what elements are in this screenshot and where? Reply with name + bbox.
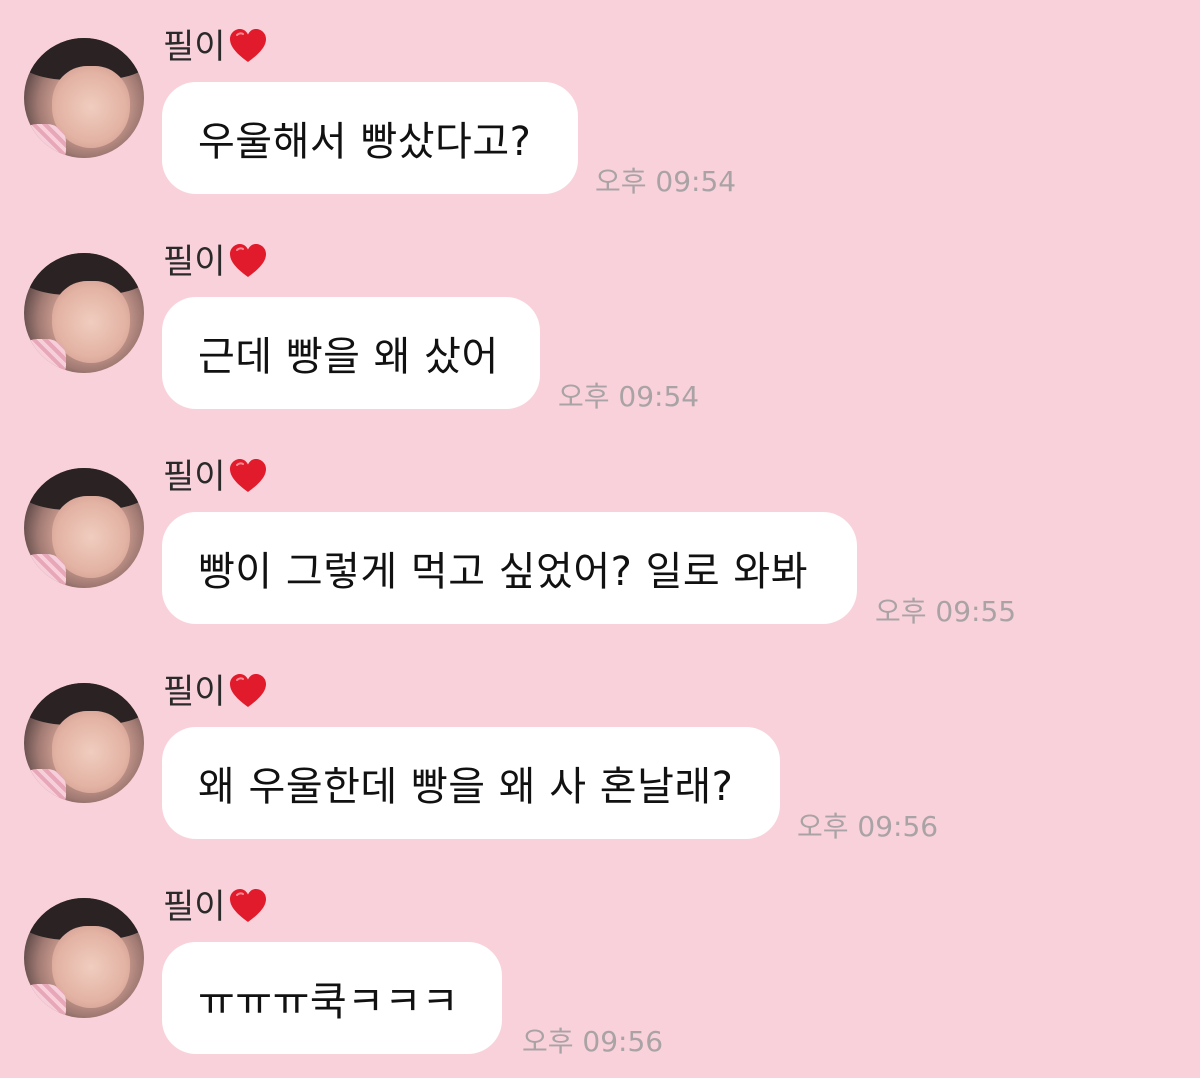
sender-avatar[interactable] xyxy=(24,38,144,158)
heart-icon xyxy=(229,459,266,492)
message-bubble[interactable]: ㅠㅠㅠ쿡ㅋㅋㅋ xyxy=(162,942,502,1054)
sender-name: 필이 xyxy=(163,27,226,67)
message-text: ㅠㅠㅠ쿡ㅋㅋㅋ xyxy=(198,979,460,1025)
sender-name: 필이 xyxy=(163,457,226,497)
chat-message: 필이 왜 우울한데 빵을 왜 사 혼날래? 오후 09:56 xyxy=(0,645,1200,845)
message-bubble[interactable]: 왜 우울한데 빵을 왜 사 혼날래? xyxy=(162,727,780,839)
message-bubble[interactable]: 근데 빵을 왜 샀어 xyxy=(162,297,540,409)
message-text: 왜 우울한데 빵을 왜 사 혼날래? xyxy=(198,764,734,810)
message-text: 우울해서 빵샀다고? xyxy=(198,119,532,165)
message-text: 근데 빵을 왜 샀어 xyxy=(198,334,499,380)
chat-message: 필이 근데 빵을 왜 샀어 오후 09:54 xyxy=(0,215,1200,415)
sender-name-row: 필이 xyxy=(163,667,268,717)
message-time: 오후 09:54 xyxy=(595,165,737,198)
heart-icon xyxy=(229,674,266,707)
sender-avatar[interactable] xyxy=(24,253,144,373)
chat-message: 필이 빵이 그렇게 먹고 싶었어? 일로 와봐 오후 09:55 xyxy=(0,430,1200,630)
sender-avatar[interactable] xyxy=(24,468,144,588)
sender-name: 필이 xyxy=(163,672,226,712)
sender-name-row: 필이 xyxy=(163,452,268,502)
message-time: 오후 09:56 xyxy=(522,1025,664,1058)
chat-message: 필이 ㅠㅠㅠ쿡ㅋㅋㅋ 오후 09:56 xyxy=(0,860,1200,1060)
sender-name: 필이 xyxy=(163,242,226,282)
sender-name-row: 필이 xyxy=(163,237,268,287)
message-time: 오후 09:55 xyxy=(875,595,1017,628)
chat-message: 필이 우울해서 빵샀다고? 오후 09:54 xyxy=(0,0,1200,200)
sender-name: 필이 xyxy=(163,887,226,927)
message-time: 오후 09:56 xyxy=(797,810,939,843)
message-bubble[interactable]: 우울해서 빵샀다고? xyxy=(162,82,578,194)
sender-avatar[interactable] xyxy=(24,898,144,1018)
heart-icon xyxy=(229,29,266,62)
chat-message-list: 필이 우울해서 빵샀다고? 오후 09:54 필이 근데 빵을 왜 샀어 오후 … xyxy=(0,0,1200,1078)
message-time: 오후 09:54 xyxy=(558,380,700,413)
sender-name-row: 필이 xyxy=(163,22,268,72)
heart-icon xyxy=(229,244,266,277)
sender-name-row: 필이 xyxy=(163,882,268,932)
sender-avatar[interactable] xyxy=(24,683,144,803)
message-text: 빵이 그렇게 먹고 싶었어? 일로 와봐 xyxy=(198,549,809,595)
message-bubble[interactable]: 빵이 그렇게 먹고 싶었어? 일로 와봐 xyxy=(162,512,857,624)
heart-icon xyxy=(229,889,266,922)
